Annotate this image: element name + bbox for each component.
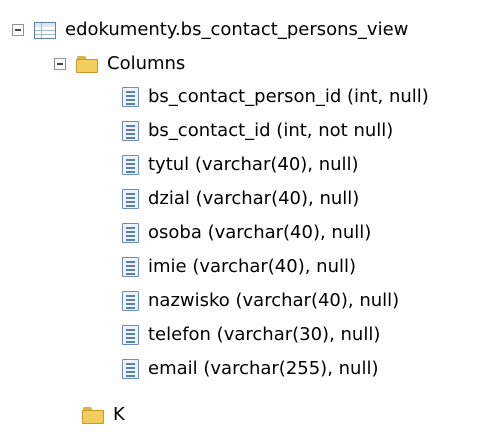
column-label: dzial (varchar(40), null): [148, 188, 360, 209]
column-icon: [122, 87, 139, 107]
tree-node-view[interactable]: edokumenty.bs_contact_persons_view: [12, 13, 408, 47]
column-label: osoba (varchar(40), null): [148, 222, 372, 243]
column-label: email (varchar(255), null): [148, 358, 379, 379]
column-icon: [122, 291, 139, 311]
column-label: imie (varchar(40), null): [148, 256, 357, 277]
tree-node-keys-folder[interactable]: K: [82, 398, 125, 432]
tree-node-column[interactable]: email (varchar(255), null): [122, 352, 379, 386]
tree-node-column[interactable]: imie (varchar(40), null): [122, 250, 356, 284]
column-label: tytul (varchar(40), null): [148, 154, 359, 175]
collapse-minus-icon[interactable]: [54, 58, 66, 70]
object-explorer-tree: edokumenty.bs_contact_persons_view Colum…: [0, 0, 488, 425]
column-label: bs_contact_id (int, not null): [148, 120, 394, 141]
column-label: bs_contact_person_id (int, null): [148, 86, 429, 107]
column-icon: [122, 223, 139, 243]
tree-node-column[interactable]: nazwisko (varchar(40), null): [122, 284, 399, 318]
column-icon: [122, 359, 139, 379]
column-icon: [122, 189, 139, 209]
tree-node-column[interactable]: bs_contact_id (int, not null): [122, 114, 393, 148]
tree-node-column[interactable]: telefon (varchar(30), null): [122, 318, 380, 352]
tree-node-column[interactable]: bs_contact_person_id (int, null): [122, 80, 429, 114]
column-icon: [122, 121, 139, 141]
column-label: telefon (varchar(30), null): [148, 324, 381, 345]
column-icon: [122, 257, 139, 277]
columns-folder-label: Columns: [107, 53, 186, 74]
view-name-label: edokumenty.bs_contact_persons_view: [65, 19, 409, 40]
keys-folder-label: K: [113, 404, 125, 425]
column-label: nazwisko (varchar(40), null): [148, 290, 400, 311]
tree-node-column[interactable]: osoba (varchar(40), null): [122, 216, 371, 250]
folder-icon: [82, 406, 104, 424]
tree-node-columns-folder[interactable]: Columns: [54, 47, 185, 81]
collapse-minus-icon[interactable]: [12, 24, 24, 36]
folder-icon: [76, 55, 98, 73]
column-icon: [122, 325, 139, 345]
tree-node-column[interactable]: tytul (varchar(40), null): [122, 148, 359, 182]
view-table-icon: [34, 21, 56, 39]
column-icon: [122, 155, 139, 175]
tree-node-column[interactable]: dzial (varchar(40), null): [122, 182, 359, 216]
